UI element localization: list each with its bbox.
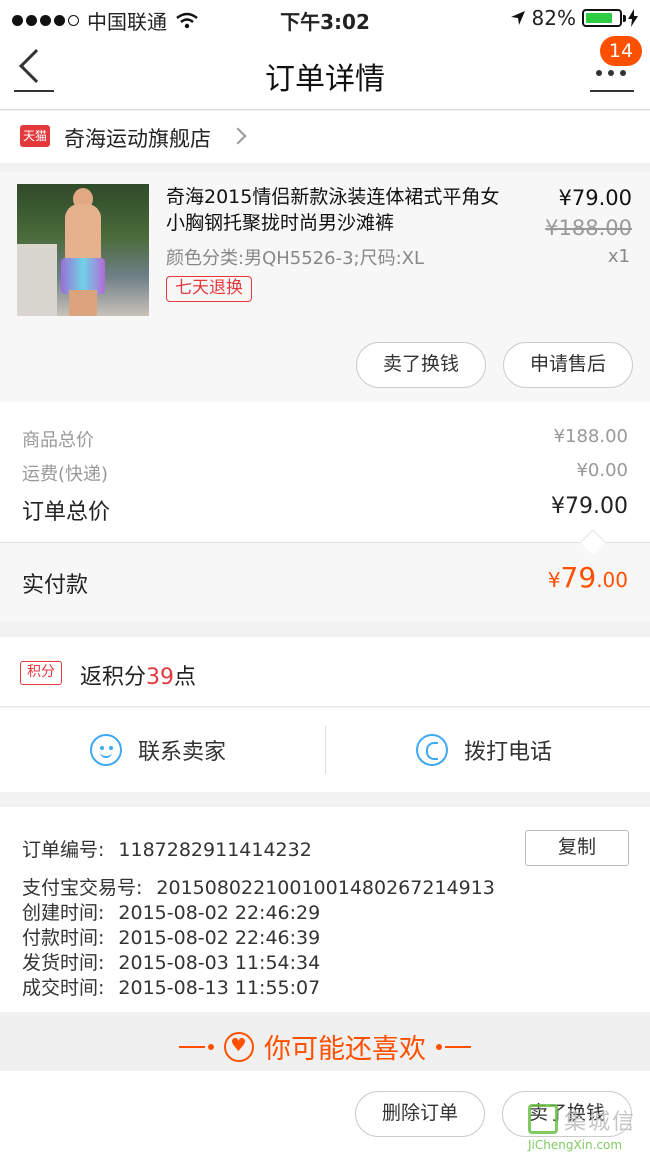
product-price: ¥79.00: [558, 186, 632, 210]
watermark-logo: 集城信 JiChengXin.com: [528, 1104, 646, 1154]
chevron-right-icon: [229, 127, 247, 145]
product-original-price: ¥188.00: [545, 216, 632, 240]
decorative-dash: [179, 1043, 214, 1050]
goods-total-value: ¥188.00: [553, 426, 628, 447]
call-phone-label: 拨打电话: [464, 740, 553, 765]
after-sales-button[interactable]: 申请售后: [503, 342, 633, 388]
more-dots-icon: [596, 70, 626, 76]
info-key: 付款时间:: [22, 927, 105, 949]
completed-time-line: 成交时间: 2015-08-13 11:55:07: [22, 973, 320, 1000]
call-phone-button[interactable]: 拨打电话: [416, 708, 552, 792]
nav-bar: 订单详情 14: [0, 36, 650, 110]
points-tag: 积分: [20, 661, 62, 685]
battery-percent: 82%: [531, 6, 576, 30]
status-right: 82%: [510, 6, 638, 30]
order-number: 1187282911414232: [118, 839, 312, 861]
shop-row[interactable]: 天猫 奇海运动旗舰店: [0, 111, 650, 163]
copy-button[interactable]: 复制: [525, 830, 629, 866]
shipped-time: 2015-08-03 11:54:34: [118, 952, 321, 974]
delete-order-button[interactable]: 删除订单: [355, 1091, 485, 1137]
points-row: 积分 返积分39点: [0, 637, 650, 707]
paid-time: 2015-08-02 22:46:39: [118, 927, 321, 949]
completed-time: 2015-08-13 11:55:07: [118, 977, 321, 999]
watermark-domain: JiChengXin.com: [528, 1138, 623, 1152]
contact-row: 联系卖家 拨打电话: [0, 708, 650, 792]
price-summary: 商品总价 ¥188.00 运费(快递) ¥0.00 订单总价 ¥79.00 实付…: [0, 402, 650, 622]
page-title: 订单详情: [265, 62, 385, 97]
bottom-action-bar: 删除订单 卖了换钱 集城信 JiChengXin.com: [0, 1071, 650, 1156]
product-thumbnail[interactable]: [17, 184, 149, 316]
goods-total-label: 商品总价: [22, 430, 94, 451]
tmall-logo-icon: 天猫: [20, 125, 50, 147]
paid-amount: ¥79.00: [548, 561, 628, 594]
phone-icon: [416, 734, 448, 766]
resell-button[interactable]: 卖了换钱: [356, 342, 486, 388]
points-text: 返积分39点: [80, 659, 196, 691]
points-prefix: 返积分: [80, 665, 147, 690]
info-key: 成交时间:: [22, 977, 105, 999]
info-key: 订单编号:: [22, 839, 105, 861]
product-title: 奇海2015情侣新款泳装连体裙式平角女小胸钢托聚拢时尚男沙滩裤: [166, 186, 500, 234]
chat-face-icon: [90, 734, 122, 766]
created-time: 2015-08-02 22:46:29: [118, 902, 321, 924]
watermark-text: 集城信: [564, 1110, 637, 1135]
recommend-banner: 你可能还喜欢: [0, 1015, 650, 1071]
order-total-label: 订单总价: [22, 500, 111, 525]
heart-icon: [224, 1031, 254, 1062]
order-info: 订单编号: 1187282911414232 复制 支付宝交易号: 20150802…: [0, 807, 650, 1012]
recommend-title: 你可能还喜欢: [264, 1034, 426, 1065]
order-item[interactable]: 奇海2015情侣新款泳装连体裙式平角女小胸钢托聚拢时尚男沙滩裤 颜色分类:男QH…: [0, 172, 650, 402]
shipped-time-line: 发货时间: 2015-08-03 11:54:34: [22, 948, 320, 975]
charging-bolt-icon: [628, 9, 638, 27]
battery-icon: [582, 9, 626, 27]
paid-time-line: 付款时间: 2015-08-02 22:46:39: [22, 923, 320, 950]
paid-integer: 79: [560, 561, 597, 594]
created-time-line: 创建时间: 2015-08-02 22:46:29: [22, 898, 320, 925]
product-sku: 颜色分类:男QH5526-3;尺码:XL: [166, 248, 425, 269]
shop-name: 奇海运动旗舰店: [64, 127, 211, 151]
paid-currency: ¥: [547, 568, 561, 592]
location-arrow-icon: [510, 11, 525, 25]
decorative-dash: [436, 1043, 471, 1050]
info-key: 支付宝交易号:: [22, 877, 143, 899]
message-badge: 14: [600, 36, 642, 66]
info-key: 创建时间:: [22, 902, 105, 924]
paid-row: 实付款 ¥79.00: [0, 543, 650, 622]
divider: [325, 726, 326, 774]
alipay-number-line: 支付宝交易号: 2015080221001001480267214913: [22, 873, 495, 900]
contact-seller-button[interactable]: 联系卖家: [90, 708, 226, 792]
info-key: 发货时间:: [22, 952, 105, 974]
points-value: 39: [146, 665, 175, 690]
order-total-value: ¥79.00: [551, 494, 628, 519]
status-bar: 中国联通 下午3:02 82%: [0, 0, 650, 36]
return-policy-tag: 七天退换: [166, 276, 252, 302]
points-suffix: 点: [174, 665, 197, 690]
alipay-number: 2015080221001001480267214913: [156, 877, 495, 899]
order-number-line: 订单编号: 1187282911414232: [22, 835, 312, 862]
shipping-value: ¥0.00: [576, 460, 628, 481]
paid-decimal: .00: [596, 568, 628, 592]
product-quantity: x1: [607, 246, 630, 267]
paid-label: 实付款: [22, 573, 89, 598]
shipping-label: 运费(快递): [22, 464, 109, 485]
contact-seller-label: 联系卖家: [138, 740, 227, 765]
